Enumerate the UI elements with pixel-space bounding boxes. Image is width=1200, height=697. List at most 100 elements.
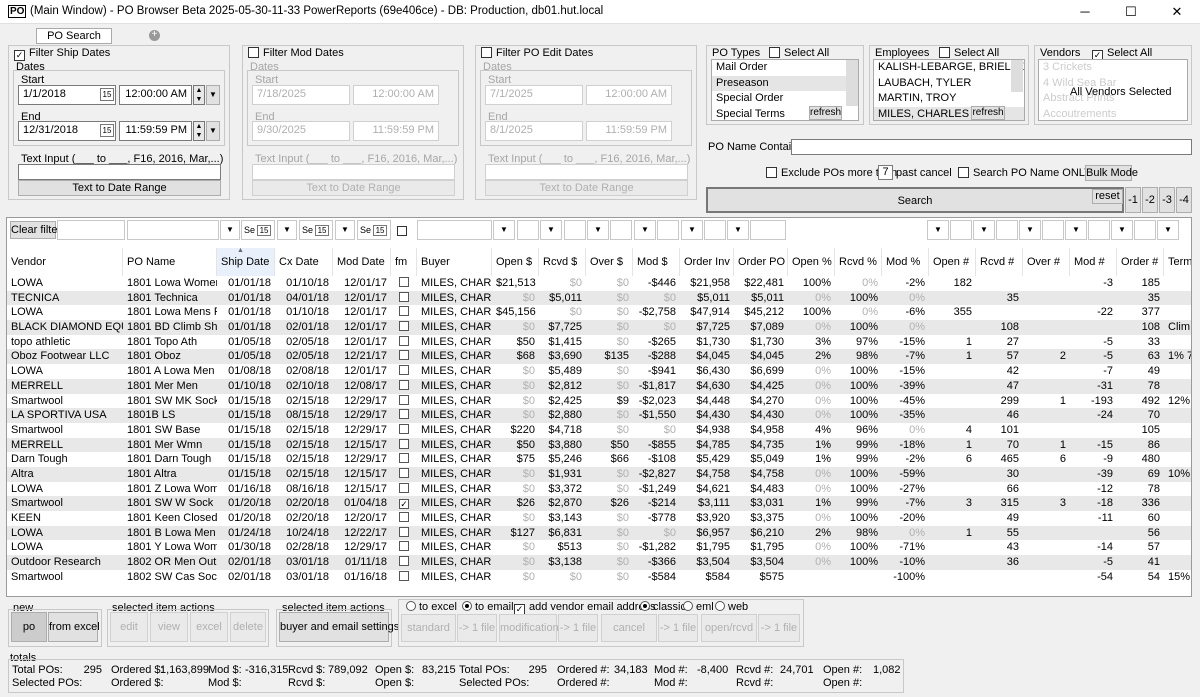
offset-button-4[interactable]: -4	[1176, 187, 1192, 213]
ship-filter-checkbox[interactable]: ✓ Filter Ship Dates	[14, 47, 110, 61]
filter-over-n[interactable]	[1042, 220, 1064, 240]
employees-select-all[interactable]: Select All	[939, 47, 999, 59]
column-header[interactable]: Order #	[1117, 248, 1164, 276]
fm-checkbox[interactable]	[391, 349, 417, 364]
mod-filter-checkbox[interactable]: Filter Mod Dates	[248, 47, 344, 59]
fm-checkbox[interactable]	[391, 364, 417, 379]
web-radio[interactable]: web	[715, 601, 748, 613]
fm-checkbox[interactable]	[391, 305, 417, 320]
table-row[interactable]: Outdoor Research 1802 OR Men Out 02/01/18 0…	[7, 555, 1191, 570]
column-header[interactable]: Ship Date ▲	[217, 247, 275, 276]
fm-checkbox[interactable]	[391, 379, 417, 394]
column-header[interactable]: Order Inv $	[680, 248, 734, 276]
column-header[interactable]: Rcvd %	[835, 248, 882, 276]
filter-open-d[interactable]	[517, 220, 539, 240]
filter-fm-checkbox[interactable]	[397, 226, 407, 236]
column-header[interactable]: fm	[391, 248, 417, 276]
column-header[interactable]: Open #	[929, 248, 976, 276]
table-row[interactable]: LA SPORTIVA USA 1801B LS 01/15/18 08/15/18 1…	[7, 408, 1191, 423]
edit-text-to-date-button[interactable]: Text to Date Range	[485, 180, 688, 196]
column-header[interactable]: Order PO $	[734, 248, 788, 276]
po-types-refresh-button[interactable]: refresh	[809, 106, 842, 120]
list-item[interactable]: 3 Crickets	[1039, 60, 1187, 76]
table-row[interactable]: MERRELL 1801 Mer Wmn 01/15/18 02/15/18 12/15…	[7, 437, 1191, 453]
calendar-icon[interactable]: 15	[257, 225, 272, 236]
fm-checkbox[interactable]	[391, 438, 417, 453]
column-header[interactable]: Vendor	[7, 248, 123, 276]
calendar-icon[interactable]: 15	[100, 124, 114, 137]
po-grid[interactable]: Clear filter ▼ Se 15 ▼ Se 15 ▼ Se 15 ▼ ▼ ▼ …	[6, 217, 1192, 597]
table-row[interactable]: topo athletic 1801 Topo Ath 01/05/18 02/05/…	[7, 335, 1191, 350]
filter-cx-date[interactable]: Se 15	[299, 220, 333, 240]
column-header[interactable]: Mod %	[882, 248, 929, 276]
table-row[interactable]: MERRELL 1801 Mer Men 01/10/18 02/10/18 12/08…	[7, 378, 1191, 394]
buyer-email-settings-button[interactable]: buyer and email settings	[279, 612, 399, 642]
list-item[interactable]: Accoutrements	[1039, 107, 1187, 121]
filter-order-po[interactable]	[750, 220, 786, 240]
chevron-down-icon[interactable]: ▼	[540, 220, 562, 240]
clear-filter-button[interactable]: Clear filter	[10, 221, 61, 239]
edit-text-input[interactable]	[485, 164, 688, 180]
chevron-down-icon[interactable]: ▼	[587, 220, 609, 240]
edit-filter-checkbox[interactable]: Filter PO Edit Dates	[481, 47, 593, 59]
filter-mod-d[interactable]	[657, 220, 679, 240]
filter-over-d[interactable]	[610, 220, 632, 240]
ship-end-time[interactable]: 11:59:59 PM	[119, 121, 192, 141]
calendar-icon[interactable]: 15	[100, 88, 114, 101]
chevron-down-icon[interactable]: ▼	[1157, 220, 1179, 240]
fm-checkbox[interactable]	[391, 423, 417, 438]
bulk-mode-button[interactable]: Bulk Mode	[1085, 165, 1138, 181]
table-row[interactable]: LOWA 1801 B Lowa Men 01/24/18 10/24/18 12/22…	[7, 525, 1191, 541]
spinner-icon[interactable]: ▲ ▼	[193, 85, 205, 105]
table-row[interactable]: Altra 1801 Altra 01/15/18 02/15/18 12/15/17 M…	[7, 466, 1191, 482]
table-row[interactable]: LOWA 1801 Z Lowa Women 01/16/18 08/16/18 12/…	[7, 482, 1191, 497]
scrollbar[interactable]	[846, 60, 858, 106]
fm-checkbox[interactable]	[391, 320, 417, 335]
new-po-button[interactable]: po	[11, 612, 47, 642]
filter-order-inv[interactable]	[704, 220, 726, 240]
cancel-1-file-button[interactable]: -> 1 file	[658, 614, 698, 642]
fm-checkbox[interactable]	[391, 291, 417, 306]
column-header[interactable]: Cx Date	[275, 248, 333, 276]
fm-checkbox[interactable]	[391, 452, 417, 467]
close-button[interactable]: ✕	[1154, 0, 1200, 24]
open-rcvd-1-file-button[interactable]: -> 1 file	[758, 614, 800, 642]
excel-button[interactable]: excel	[190, 612, 228, 642]
modification-1-file-button[interactable]: -> 1 file	[558, 614, 598, 642]
chevron-down-icon[interactable]: ▼	[1111, 220, 1133, 240]
mod-text-input[interactable]	[252, 164, 455, 180]
list-item[interactable]: Mail Order	[712, 60, 858, 76]
list-item[interactable]: Preseason	[712, 75, 858, 91]
filter-rcvd-n[interactable]	[996, 220, 1018, 240]
filter-vendor[interactable]	[57, 220, 125, 240]
edit-end-time[interactable]: 11:59:59 PM	[586, 121, 672, 141]
search-button[interactable]: Search	[706, 187, 1124, 213]
filter-mod-n[interactable]	[1088, 220, 1110, 240]
view-button[interactable]: view	[150, 612, 188, 642]
standard-1-file-button[interactable]: -> 1 file	[457, 614, 497, 642]
employees-refresh-button[interactable]: refresh	[971, 106, 1005, 120]
maximize-button[interactable]: ☐	[1108, 0, 1154, 24]
calendar-icon[interactable]: 15	[373, 225, 388, 236]
chevron-down-icon[interactable]: ▼	[927, 220, 949, 240]
fm-checkbox[interactable]	[391, 335, 417, 350]
fm-checkbox[interactable]	[391, 394, 417, 409]
chevron-down-icon[interactable]: ▼	[634, 220, 656, 240]
calendar-icon[interactable]: 15	[315, 225, 330, 236]
filter-mod-date[interactable]: Se 15	[357, 220, 391, 240]
offset-button-2[interactable]: -2	[1142, 187, 1158, 213]
column-header[interactable]: Open $	[492, 248, 539, 276]
from-excel-button[interactable]: from excel	[48, 612, 100, 642]
chevron-down-icon[interactable]: ▼	[973, 220, 995, 240]
chevron-down-icon[interactable]: ▼	[277, 220, 297, 240]
po-name-input[interactable]	[791, 139, 1192, 155]
table-row[interactable]: Oboz Footwear LLC 1801 Oboz 01/05/18 02/05/…	[7, 349, 1191, 365]
chevron-down-icon[interactable]: ▼	[493, 220, 515, 240]
edit-start-date[interactable]: 7/1/2025	[485, 85, 583, 105]
table-row[interactable]: KEEN 1801 Keen Closed 01/20/18 02/20/18 12/2…	[7, 511, 1191, 526]
column-header[interactable]: Terms	[1164, 248, 1191, 276]
table-row[interactable]: Smartwool 1801 SW W Sock 01/20/18 02/20/18 0…	[7, 496, 1191, 511]
column-header[interactable]: Buyer	[417, 248, 492, 276]
chevron-down-icon[interactable]: ▼	[206, 121, 220, 141]
chevron-down-icon[interactable]: ▼	[206, 85, 220, 105]
